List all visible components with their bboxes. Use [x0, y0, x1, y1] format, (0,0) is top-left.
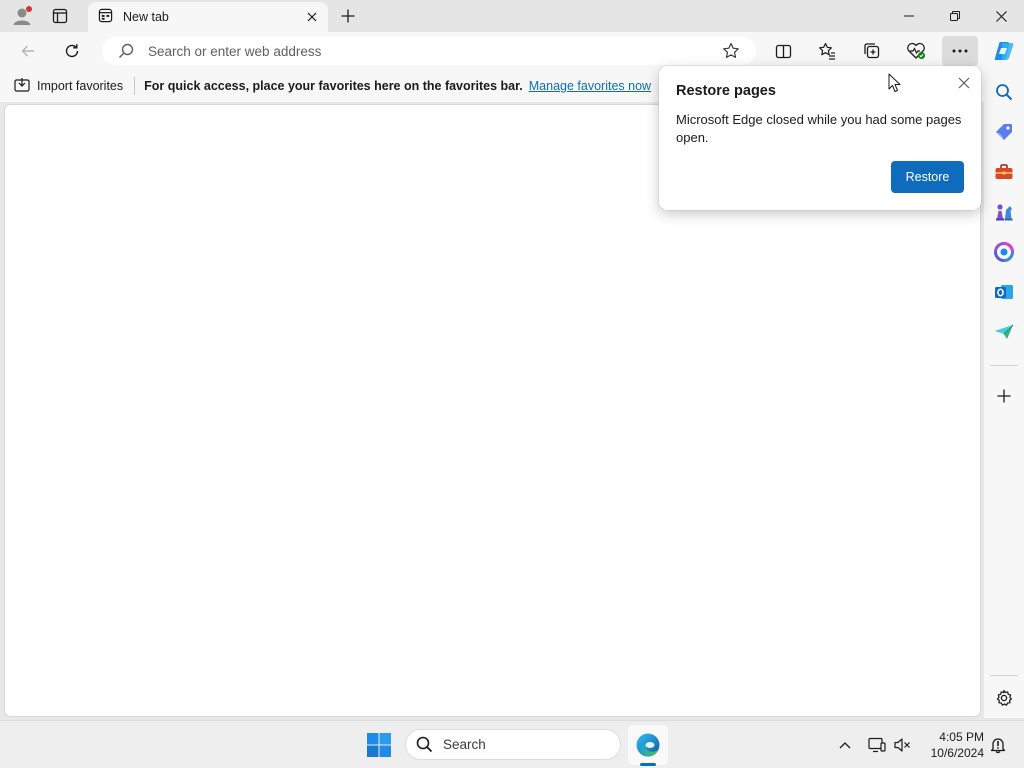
- favorites-divider: [134, 77, 136, 95]
- address-placeholder: Search or enter web address: [148, 43, 322, 59]
- manage-favorites-link[interactable]: Manage favorites now: [529, 79, 651, 93]
- navigation-toolbar: Search or enter web address: [0, 32, 984, 70]
- outlook-icon[interactable]: [990, 278, 1018, 306]
- browser-essentials-button[interactable]: [900, 36, 932, 66]
- taskbar-search-icon: [416, 736, 433, 753]
- dialog-message: Microsoft Edge closed while you had some…: [676, 112, 962, 145]
- address-bar[interactable]: Search or enter web address: [102, 37, 756, 65]
- volume-muted-icon[interactable]: [890, 733, 914, 757]
- favorite-star-icon[interactable]: [722, 42, 740, 63]
- title-bar: New tab: [0, 0, 1024, 32]
- import-favorites-label: Import favorites: [37, 79, 124, 93]
- minimize-button[interactable]: [886, 0, 932, 32]
- notifications-bell-icon[interactable]: [986, 733, 1010, 757]
- drop-send-icon[interactable]: [990, 318, 1018, 346]
- mouse-cursor-icon: [888, 73, 902, 96]
- clock-time: 4:05 PM: [939, 730, 984, 744]
- close-icon[interactable]: [952, 71, 976, 95]
- import-favorites-button[interactable]: Import favorites: [14, 77, 123, 96]
- edge-sidebar: [984, 32, 1024, 718]
- show-hidden-icons-chevron-up-icon[interactable]: [833, 733, 857, 757]
- clock-date: 10/6/2024: [930, 746, 984, 760]
- sidebar-divider: [990, 365, 1018, 366]
- edge-taskbar-icon[interactable]: [628, 725, 668, 765]
- active-app-indicator: [640, 763, 656, 766]
- taskbar-search-label: Search: [443, 737, 486, 752]
- close-tab-icon[interactable]: [300, 5, 324, 29]
- tab-actions-icon[interactable]: [48, 4, 72, 28]
- games-chess-icon[interactable]: [990, 198, 1018, 226]
- search-icon: [118, 43, 134, 62]
- shopping-tag-icon[interactable]: [990, 118, 1018, 146]
- close-window-button[interactable]: [978, 0, 1024, 32]
- collections-button[interactable]: [856, 36, 888, 66]
- tools-briefcase-icon[interactable]: [990, 158, 1018, 186]
- import-icon: [14, 77, 30, 96]
- restore-window-button[interactable]: [932, 0, 978, 32]
- system-clock[interactable]: 4:05 PM 10/6/2024: [918, 729, 984, 761]
- search-sidebar-icon[interactable]: [990, 78, 1018, 106]
- dialog-title: Restore pages: [676, 83, 776, 99]
- copilot-icon[interactable]: [990, 37, 1018, 65]
- taskbar: Search 4:05 PM 10/6/2024: [0, 720, 1024, 768]
- microsoft-365-icon[interactable]: [990, 238, 1018, 266]
- back-button[interactable]: [12, 36, 44, 66]
- new-tab-page-icon: [98, 8, 113, 26]
- tab-title: New tab: [123, 10, 169, 24]
- settings-and-more-button[interactable]: [942, 36, 978, 66]
- restore-button[interactable]: Restore: [891, 161, 964, 193]
- windows-start-icon[interactable]: [366, 732, 392, 758]
- favorites-button[interactable]: [811, 36, 843, 66]
- favorites-hint-text: For quick access, place your favorites h…: [144, 79, 523, 93]
- profile-icon[interactable]: [10, 4, 34, 28]
- restore-pages-dialog: Restore pages Microsoft Edge closed whil…: [659, 66, 981, 210]
- refresh-button[interactable]: [56, 36, 88, 66]
- add-sidebar-app-icon[interactable]: [990, 382, 1018, 410]
- sidebar-divider-bottom: [990, 675, 1018, 676]
- network-display-icon[interactable]: [865, 733, 889, 757]
- taskbar-search-box[interactable]: Search: [405, 729, 621, 760]
- new-tab-button[interactable]: [336, 4, 360, 28]
- sidebar-settings-gear-icon[interactable]: [990, 684, 1018, 712]
- split-screen-button[interactable]: [767, 36, 799, 66]
- tab-new-tab[interactable]: New tab: [88, 2, 328, 32]
